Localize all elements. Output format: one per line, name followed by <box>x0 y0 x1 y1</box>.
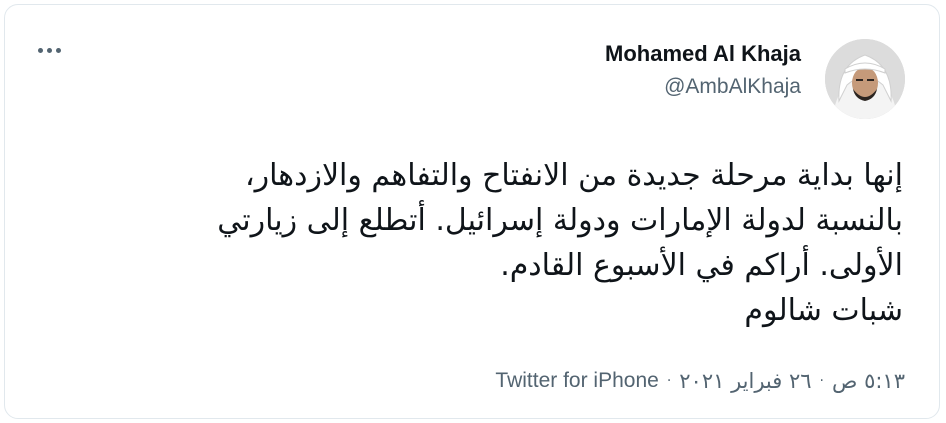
tweet-line: بالنسبة لدولة الإمارات ودولة إسرائيل. أت… <box>217 203 903 238</box>
author-name[interactable]: Mohamed Al Khaja <box>605 41 801 67</box>
tweet-line: إنها بداية مرحلة جديدة من الانفتاح والتف… <box>244 158 903 193</box>
tweet-source[interactable]: Twitter for iPhone <box>495 369 658 393</box>
tweet-time[interactable]: ٥:١٣ ص <box>832 369 905 393</box>
tweet-line: شبات شالوم <box>744 293 903 328</box>
avatar-image <box>825 39 905 119</box>
more-dot <box>46 47 52 53</box>
tweet-text: إنها بداية مرحلة جديدة من الانفتاح والتف… <box>51 153 903 333</box>
tweet-date[interactable]: ٢٦ فبراير ٢٠٢١ <box>679 369 811 393</box>
more-dot <box>37 47 43 53</box>
avatar[interactable] <box>825 39 905 119</box>
separator-dot: · <box>819 373 824 389</box>
tweet-line: الأولى. أراكم في الأسبوع القادم. <box>500 248 903 283</box>
more-dot <box>55 47 61 53</box>
separator-dot: · <box>666 373 672 389</box>
tweet-card: Mohamed Al Khaja @AmbAlKhaja إنها بداية … <box>4 4 940 419</box>
author-handle[interactable]: @AmbAlKhaja <box>664 75 801 99</box>
more-options-icon[interactable] <box>31 35 67 65</box>
tweet-meta: ٥:١٣ ص · ٢٦ فبراير ٢٠٢١ · Twitter for iP… <box>495 369 905 393</box>
